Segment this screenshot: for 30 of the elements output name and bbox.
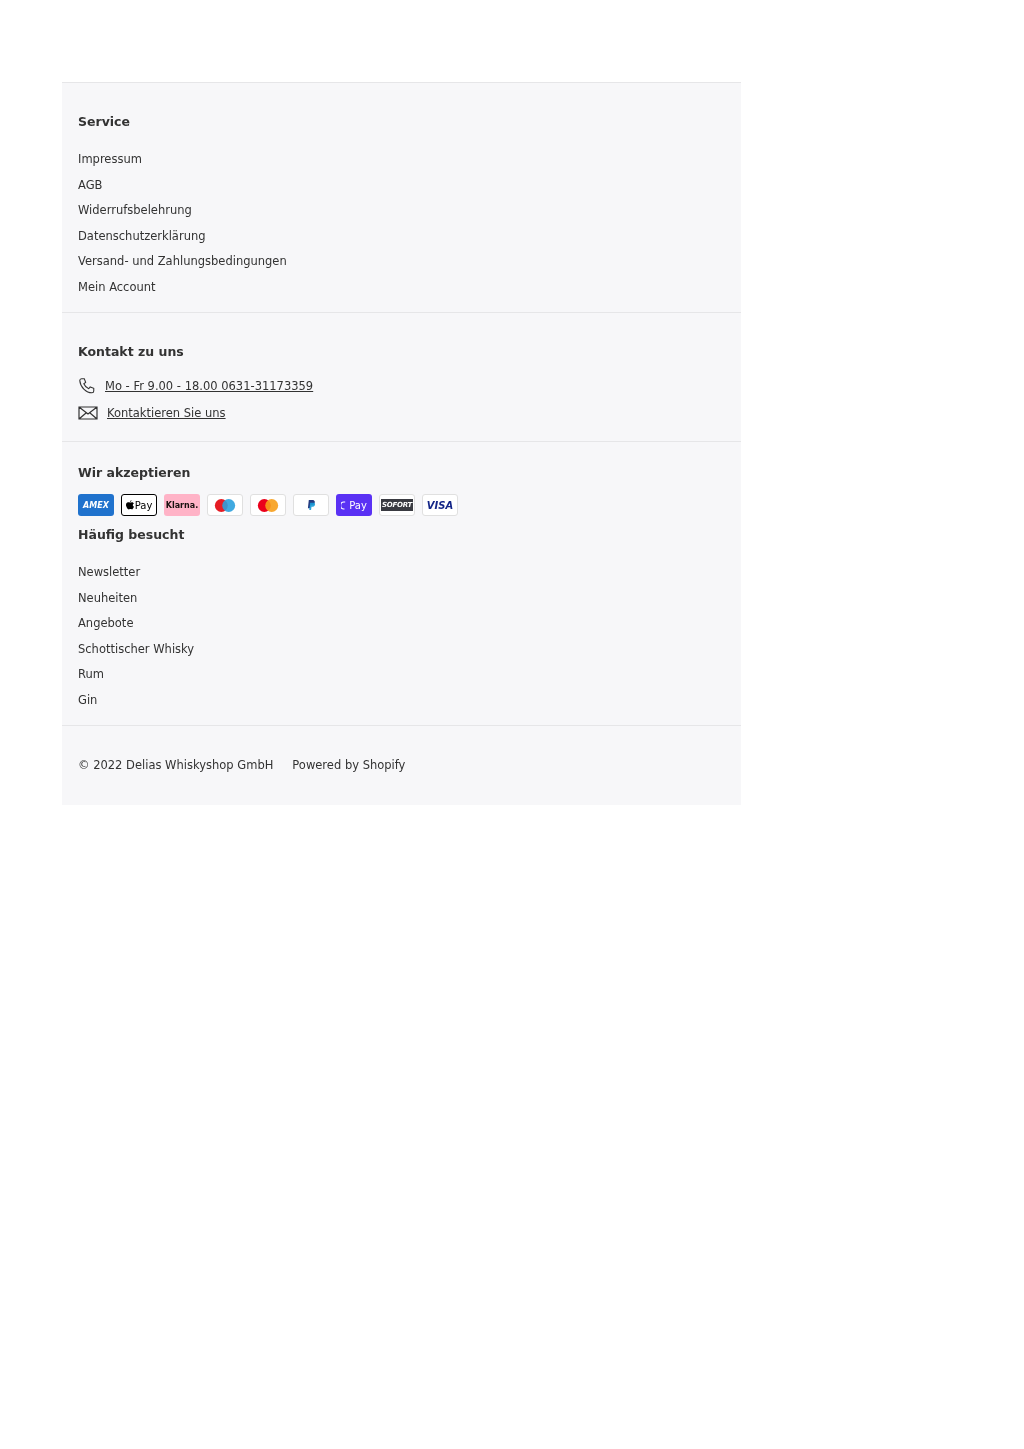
footer-link[interactable]: Mein Account [78,274,156,300]
amex-payment-icon: AMEX [78,494,114,516]
footer-link[interactable]: Impressum [78,147,142,173]
contact-link[interactable]: Kontaktieren Sie uns [107,405,226,420]
shoppay-payment-icon: Pay [336,494,372,516]
footer-link[interactable]: Neuheiten [78,585,138,611]
section-heading: Kontakt zu uns [78,343,185,360]
maestro-payment-icon [207,494,243,516]
footer-link[interactable]: Schottischer Whisky [78,636,195,662]
footer-link[interactable]: Versand- und Zahlungsbedingungen [78,249,287,275]
section-heading: Service [78,113,131,130]
section-heading: Wir akzeptieren [78,464,192,481]
footer-link[interactable]: Gin [78,687,98,713]
section-heading: Häufig besucht [78,526,186,543]
footer-link[interactable]: Angebote [78,611,134,637]
powered-by-link[interactable]: Powered by Shopify [292,757,406,774]
mastercard-payment-icon [250,494,286,516]
footer-link[interactable]: Widerrufsbelehrung [78,198,192,224]
mail-icon [78,405,98,420]
copyright-text: © 2022 Delias Whiskyshop GmbH [78,757,274,774]
footer-link[interactable]: Rum [78,662,104,688]
applepay-payment-icon: Pay [121,494,157,516]
footer-link[interactable]: Newsletter [78,560,141,586]
visa-payment-icon: VISA [422,494,458,516]
paypal-payment-icon [293,494,329,516]
phone-icon [78,376,96,395]
footer-link[interactable]: AGB [78,172,103,198]
klarna-payment-icon: Klarna. [164,494,200,516]
footer-link[interactable]: Datenschutzerklärung [78,223,206,249]
phone-link[interactable]: Mo - Fr 9.00 - 18.00 0631-31173359 [105,378,314,393]
